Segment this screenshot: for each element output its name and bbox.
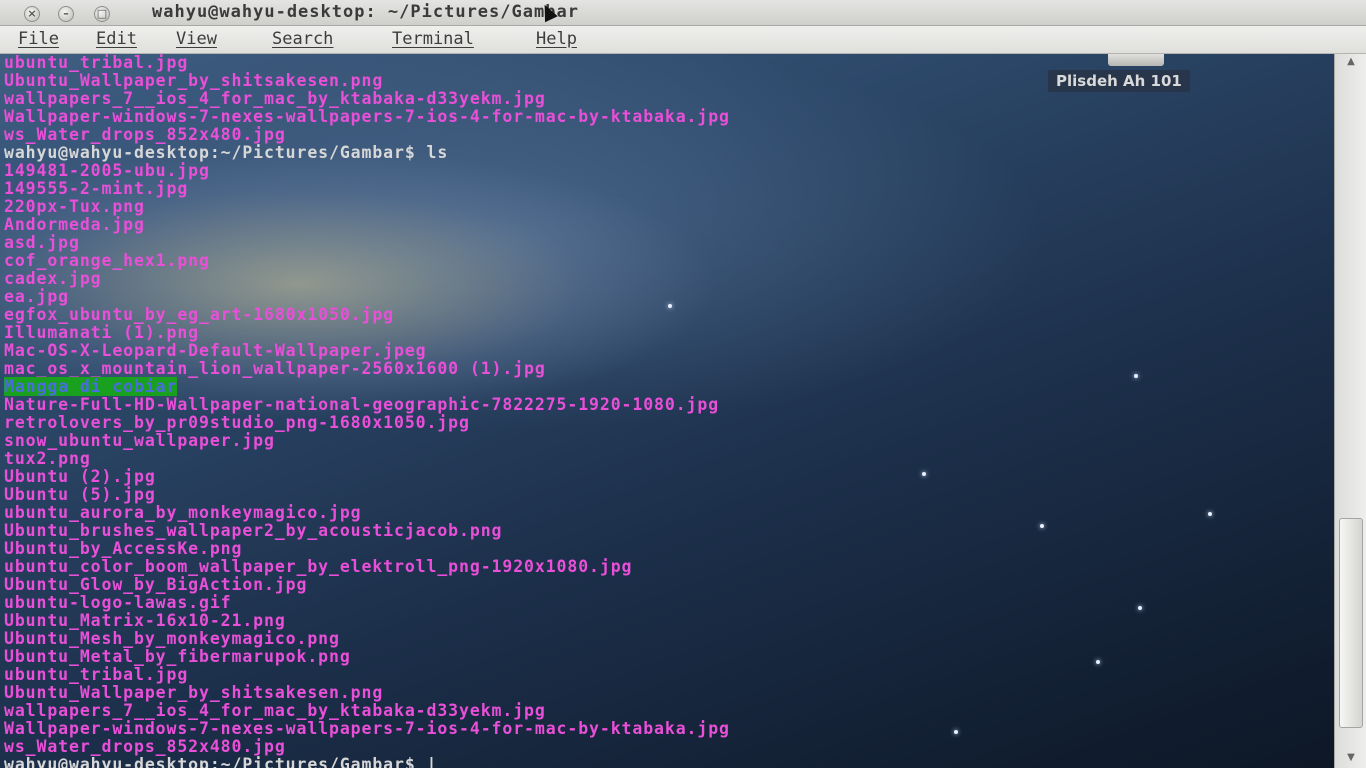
file-entry: Mac-OS-X-Leopard-Default-Wallpaper.jpeg: [4, 341, 427, 360]
file-entry: Wallpaper-windows-7-nexes-wallpapers-7-i…: [4, 107, 730, 126]
file-entry: Ubuntu_Mesh_by_monkeymagico.png: [4, 629, 340, 648]
file-entry: ea.jpg: [4, 287, 70, 306]
shell-prompt-line: wahyu@wahyu-desktop:~/Pictures/Gambar$ |: [4, 755, 438, 768]
file-entry: Ubuntu_Matrix-16x10-21.png: [4, 611, 286, 630]
star: [1096, 660, 1100, 664]
file-entry: mac_os_x_mountain_lion_wallpaper-2560x16…: [4, 359, 546, 378]
menu-terminal[interactable]: Terminal: [392, 29, 474, 49]
file-entry: 149555-2-mint.jpg: [4, 179, 189, 198]
window-title: wahyu@wahyu-desktop: ~/Pictures/Gambar: [152, 2, 579, 22]
star: [922, 472, 926, 476]
close-button[interactable]: ×: [24, 6, 40, 22]
file-entry: Ubuntu_Wallpaper_by_shitsakesen.png: [4, 71, 384, 90]
file-entry: retrolovers_by_pr09studio_png-1680x1050.…: [4, 413, 470, 432]
star: [668, 304, 672, 308]
file-entry: cadex.jpg: [4, 269, 102, 288]
desktop-icon-label[interactable]: Plisdeh Ah 101: [1048, 70, 1190, 92]
star: [1138, 606, 1142, 610]
scrollbar-thumb[interactable]: [1339, 518, 1363, 729]
menu-bar: File Edit View Search Terminal Help: [0, 26, 1366, 54]
title-bar[interactable]: × – □ wahyu@wahyu-desktop: ~/Pictures/Ga…: [0, 0, 1366, 26]
maximize-icon: □: [96, 7, 108, 20]
menu-file[interactable]: File: [18, 29, 59, 49]
file-entry: asd.jpg: [4, 233, 80, 252]
menu-search[interactable]: Search: [272, 29, 333, 49]
file-entry: ws_Water_drops_852x480.jpg: [4, 125, 286, 144]
file-entry: Ubuntu (2).jpg: [4, 467, 156, 486]
file-entry: Ubuntu_brushes_wallpaper2_by_acousticjac…: [4, 521, 503, 540]
file-entry: Ubuntu_by_AccessKe.png: [4, 539, 243, 558]
terminal-window: × – □ wahyu@wahyu-desktop: ~/Pictures/Ga…: [0, 0, 1366, 768]
minimize-icon: –: [63, 7, 69, 20]
file-entry: ubuntu_tribal.jpg: [4, 665, 189, 684]
file-entry: 149481-2005-ubu.jpg: [4, 161, 210, 180]
file-entry: wallpapers_7__ios_4_for_mac_by_ktabaka-d…: [4, 89, 546, 108]
file-entry: Wallpaper-windows-7-nexes-wallpapers-7-i…: [4, 719, 730, 738]
file-entry: Andormeda.jpg: [4, 215, 145, 234]
file-entry: wallpapers_7__ios_4_for_mac_by_ktabaka-d…: [4, 701, 546, 720]
star: [954, 730, 958, 734]
file-entry: ubuntu_tribal.jpg: [4, 54, 189, 72]
file-entry: Illumanati (1).png: [4, 323, 200, 342]
menu-view[interactable]: View: [176, 29, 217, 49]
highlighted-directory-name: Mangga di cobiar: [4, 377, 178, 396]
close-icon: ×: [27, 7, 37, 20]
star: [1040, 524, 1044, 528]
file-entry: ubuntu_aurora_by_monkeymagico.jpg: [4, 503, 362, 522]
file-entry: Ubuntu_Wallpaper_by_shitsakesen.png: [4, 683, 384, 702]
directory-entry: Mangga di cobiar: [4, 377, 178, 396]
star: [1208, 512, 1212, 516]
file-entry: ubuntu-logo-lawas.gif: [4, 593, 232, 612]
star: [1134, 374, 1138, 378]
file-entry: Ubuntu_Metal_by_fibermarupok.png: [4, 647, 351, 666]
minimize-button[interactable]: –: [58, 6, 74, 22]
desktop-icon[interactable]: [1108, 54, 1164, 66]
scroll-down-arrow-icon[interactable]: ▼: [1341, 752, 1361, 766]
shell-prompt-line: wahyu@wahyu-desktop:~/Pictures/Gambar$ l…: [4, 143, 449, 162]
file-entry: cof_orange_hex1.png: [4, 251, 210, 270]
file-entry: Nature-Full-HD-Wallpaper-national-geogra…: [4, 395, 720, 414]
file-entry: ubuntu_color_boom_wallpaper_by_elektroll…: [4, 557, 633, 576]
menu-help[interactable]: Help: [536, 29, 577, 49]
file-entry: ws_Water_drops_852x480.jpg: [4, 737, 286, 756]
file-entry: Ubuntu (5).jpg: [4, 485, 156, 504]
scroll-up-arrow-icon[interactable]: ▲: [1341, 56, 1361, 70]
file-entry: 220px-Tux.png: [4, 197, 145, 216]
scrollbar[interactable]: ▲ ▼: [1334, 54, 1366, 768]
file-entry: Ubuntu_Glow_by_BigAction.jpg: [4, 575, 308, 594]
terminal-output[interactable]: ubuntu_tribal.jpg Ubuntu_Wallpaper_by_shi…: [0, 54, 1334, 768]
file-entry: tux2.png: [4, 449, 91, 468]
menu-edit[interactable]: Edit: [96, 29, 137, 49]
maximize-button[interactable]: □: [94, 6, 110, 22]
file-entry: egfox_ubuntu_by_eg_art-1680x1050.jpg: [4, 305, 395, 324]
file-entry: snow_ubuntu_wallpaper.jpg: [4, 431, 275, 450]
